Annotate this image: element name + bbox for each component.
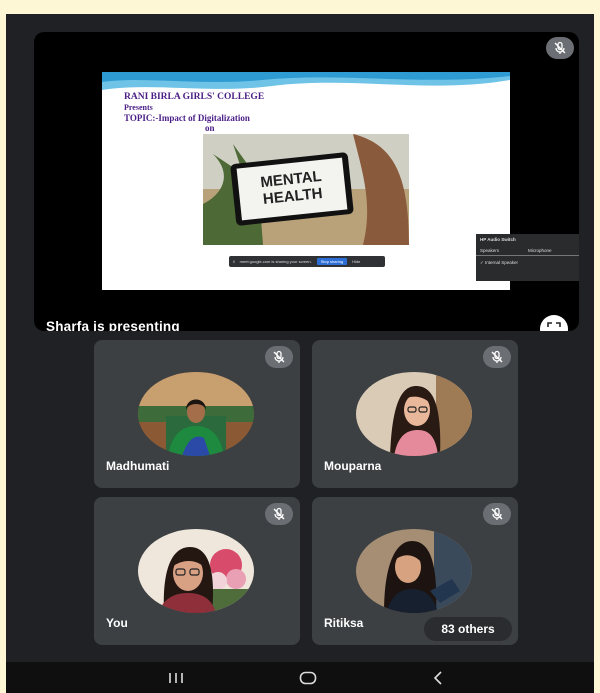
participant-name: Mouparna bbox=[324, 459, 382, 473]
home-button[interactable] bbox=[288, 662, 328, 693]
fullscreen-button[interactable] bbox=[540, 315, 568, 331]
avatar bbox=[138, 529, 254, 613]
presentation-tile[interactable]: RANI BIRLA GIRLS' COLLEGE Presents TOPIC… bbox=[34, 32, 579, 331]
audio-popup-divider bbox=[476, 255, 579, 256]
participant-name: Madhumati bbox=[106, 459, 170, 473]
avatar bbox=[138, 372, 254, 456]
back-button[interactable] bbox=[418, 662, 458, 693]
audio-popup-title: HP Audio Switch bbox=[480, 237, 516, 242]
others-count-badge[interactable]: 83 others bbox=[424, 617, 512, 641]
participant-tile-mouparna[interactable]: Mouparna bbox=[312, 340, 518, 488]
shared-slide: RANI BIRLA GIRLS' COLLEGE Presents TOPIC… bbox=[102, 72, 510, 290]
participant-name: You bbox=[106, 616, 128, 630]
slide-presents: Presents bbox=[124, 103, 153, 112]
presenter-label: Sharfa is presenting bbox=[46, 319, 180, 331]
tablet-image: MENTAL HEALTH bbox=[230, 152, 354, 226]
stop-sharing-button[interactable]: Stop sharing bbox=[316, 258, 348, 265]
participant-name: Ritiksa bbox=[324, 616, 364, 630]
recents-icon bbox=[169, 672, 183, 683]
meeting-screen: RANI BIRLA GIRLS' COLLEGE Presents TOPIC… bbox=[6, 14, 594, 693]
home-icon bbox=[299, 671, 317, 684]
participant-tile-ritiksa[interactable]: Ritiksa 83 others bbox=[312, 497, 518, 645]
mic-off-icon bbox=[483, 346, 511, 368]
mic-off-icon bbox=[483, 503, 511, 525]
tablet-text: MENTAL HEALTH bbox=[236, 157, 348, 221]
participant-tile-madhumati[interactable]: Madhumati bbox=[94, 340, 300, 488]
mic-off-icon bbox=[265, 346, 293, 368]
slide-college-name: RANI BIRLA GIRLS' COLLEGE bbox=[124, 92, 265, 102]
speakers-tab[interactable]: Speakers bbox=[480, 248, 499, 253]
share-bar-message: meet.google.com is sharing your screen. bbox=[239, 259, 312, 264]
mic-off-icon bbox=[265, 503, 293, 525]
fullscreen-icon bbox=[547, 322, 561, 331]
microphone-tab[interactable]: Microphone bbox=[528, 248, 552, 253]
slide-photo: MENTAL HEALTH bbox=[203, 134, 409, 245]
screen-share-bar: ‖ meet.google.com is sharing your screen… bbox=[229, 256, 385, 267]
avatar bbox=[356, 529, 472, 613]
recents-button[interactable] bbox=[156, 662, 196, 693]
slide-on: on bbox=[205, 123, 215, 133]
share-bar-close-icon[interactable]: ‖ bbox=[233, 259, 235, 264]
system-navigation-bar bbox=[6, 662, 594, 693]
avatar bbox=[356, 372, 472, 456]
audio-switch-popup: HP Audio Switch Speakers Microphone ✓ In… bbox=[476, 234, 579, 281]
internal-speaker-option[interactable]: ✓ Internal Speaker bbox=[480, 260, 518, 266]
slide-topic: TOPIC:-Impact of Digitalization bbox=[124, 113, 250, 123]
mic-off-icon bbox=[546, 37, 574, 59]
back-icon bbox=[433, 670, 442, 685]
hide-button[interactable]: Hide bbox=[352, 259, 360, 264]
participant-tile-you[interactable]: You bbox=[94, 497, 300, 645]
